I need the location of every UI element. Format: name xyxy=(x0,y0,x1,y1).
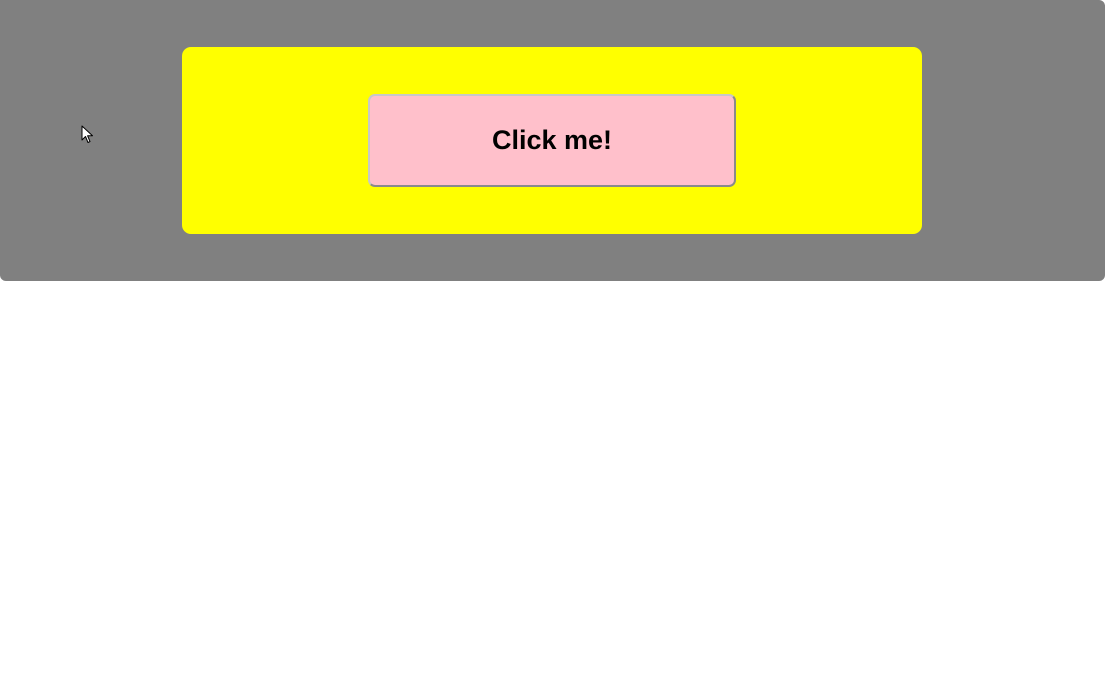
outer-panel: Click me! xyxy=(0,0,1105,281)
button-container: Click me! xyxy=(182,47,922,234)
click-me-button[interactable]: Click me! xyxy=(368,94,736,187)
mouse-pointer-icon xyxy=(81,125,93,143)
